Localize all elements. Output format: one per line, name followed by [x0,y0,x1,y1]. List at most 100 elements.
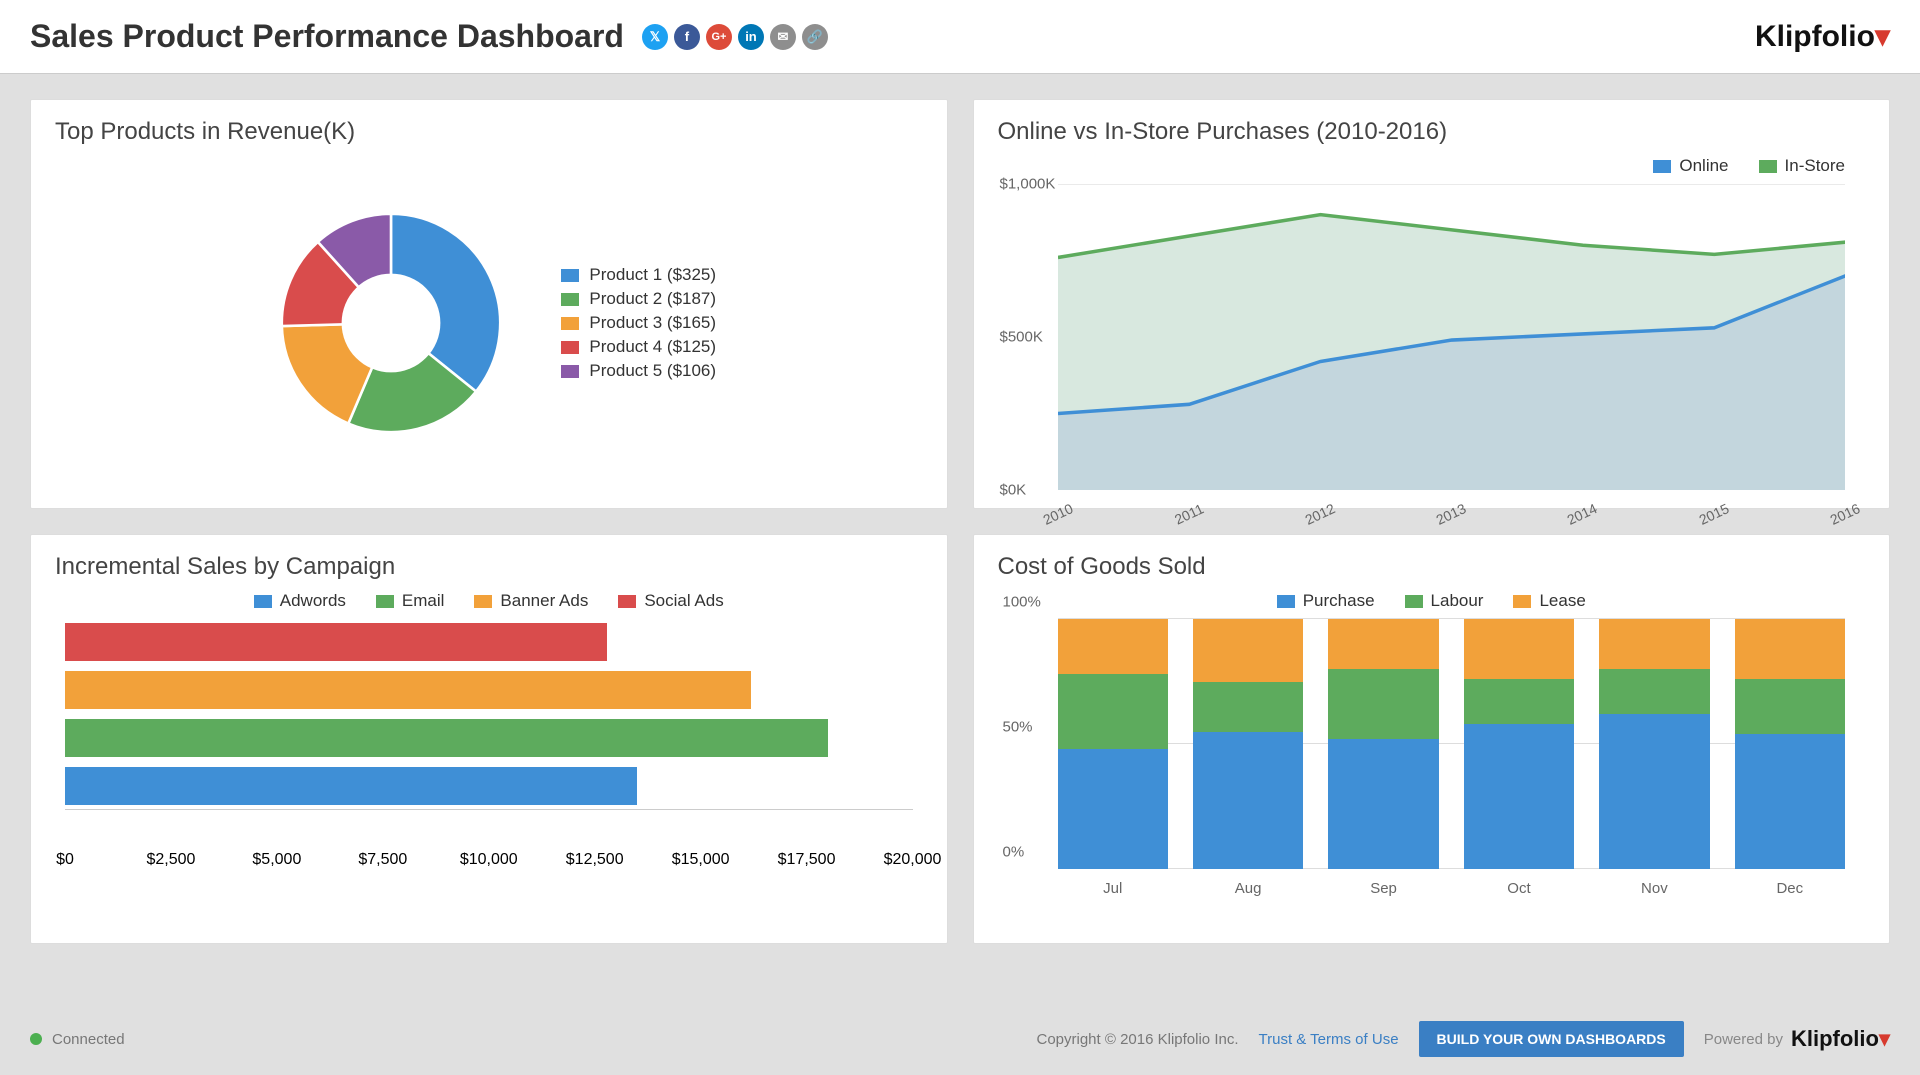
card-cogs: Cost of Goods Sold Purchase Labour Lease 0… [973,534,1891,944]
bar [65,623,607,661]
x-tick: $20,000 [884,851,942,869]
stack-segment [1599,714,1709,869]
share-icons: 𝕏 f G+ in ✉ 🔗 [642,24,828,50]
card-title: Top Products in Revenue(K) [55,118,923,146]
page-title: Sales Product Performance Dashboard [30,18,624,55]
legend-item: Social Ads [618,591,723,611]
x-tick: $5,000 [252,851,301,869]
stack-segment [1464,619,1574,679]
x-tick: $12,500 [566,851,624,869]
stack-segment [1058,619,1168,674]
donut-chart: Product 1 ($325) Product 2 ($187) Product … [55,156,923,490]
stack-segment [1735,679,1845,734]
stack-segment [1058,674,1168,749]
stack-segment [1735,734,1845,869]
stack-segment [1464,724,1574,869]
y-tick: 0% [1003,844,1025,861]
header-left: Sales Product Performance Dashboard 𝕏 f … [30,18,828,55]
stack-segment [1328,619,1438,669]
legend-item: Product 1 ($325) [561,265,716,285]
legend-item: Email [376,591,445,611]
stack-column: Jul [1058,619,1168,869]
legend-item: Product 2 ($187) [561,289,716,309]
email-icon[interactable]: ✉ [770,24,796,50]
twitter-icon[interactable]: 𝕏 [642,24,668,50]
area-legend: OnlineIn-Store [998,156,1846,176]
legend-item: Adwords [254,591,346,611]
card-top-products: Top Products in Revenue(K) Product 1 ($3… [30,99,948,509]
build-dashboards-button[interactable]: BUILD YOUR OWN DASHBOARDS [1419,1021,1684,1057]
hbar-chart: $0 $2,500 $5,000 $7,500 $10,000 $12,500 $15,00… [55,611,923,925]
legend-item: Labour [1405,591,1484,611]
x-tick: $7,500 [358,851,407,869]
legend-item: Product 3 ($165) [561,313,716,333]
stack-segment [1193,732,1303,870]
stack-segment [1599,669,1709,714]
header: Sales Product Performance Dashboard 𝕏 f … [0,0,1920,74]
bar [65,671,751,709]
stack-segment [1464,679,1574,724]
legend-item: Lease [1513,591,1585,611]
area-svg [1058,184,1846,490]
x-tick: 2013 [1434,500,1469,528]
stack-segment [1193,619,1303,682]
stack-column: Oct [1464,619,1574,869]
stack-segment [1058,749,1168,869]
footer: Connected Copyright © 2016 Klipfolio Inc… [0,1003,1920,1075]
x-tick: $2,500 [146,851,195,869]
x-tick: $0 [56,851,74,869]
x-tick: 2011 [1172,500,1206,527]
legend-item: Purchase [1277,591,1375,611]
footer-left: Connected [30,1031,125,1048]
x-tick: 2016 [1828,500,1863,528]
y-tick: $0K [1000,482,1027,499]
legend-item: Product 4 ($125) [561,337,716,357]
facebook-icon[interactable]: f [674,24,700,50]
google-plus-icon[interactable]: G+ [706,24,732,50]
link-icon[interactable]: 🔗 [802,24,828,50]
card-title: Online vs In-Store Purchases (2010-2016) [998,118,1866,146]
x-tick: Oct [1507,880,1530,897]
linkedin-icon[interactable]: in [738,24,764,50]
x-tick: 2015 [1696,500,1731,528]
y-tick: $1,000K [1000,176,1056,193]
x-tick: 2010 [1040,500,1075,528]
donut-svg [261,193,521,453]
card-title: Incremental Sales by Campaign [55,553,923,581]
card-online-instore: Online vs In-Store Purchases (2010-2016)… [973,99,1891,509]
stack-column: Dec [1735,619,1845,869]
y-tick: $500K [1000,329,1043,346]
x-tick: Jul [1103,880,1122,897]
powered-by: Powered by Klipfolio▾ [1704,1026,1890,1052]
brand-logo: Klipfolio▾ [1755,19,1890,54]
legend-item: Product 5 ($106) [561,361,716,381]
stack-segment [1328,669,1438,739]
copyright-text: Copyright © 2016 Klipfolio Inc. [1037,1031,1239,1048]
terms-link[interactable]: Trust & Terms of Use [1259,1031,1399,1048]
x-tick: $15,000 [672,851,730,869]
y-tick: 100% [1003,594,1041,611]
card-title: Cost of Goods Sold [998,553,1866,581]
stack-column: Nov [1599,619,1709,869]
area-chart: $0K$500K$1,000K2010201120122013201420152… [1058,184,1846,490]
dashboard-grid: Top Products in Revenue(K) Product 1 ($3… [0,74,1920,944]
stack-segment [1328,739,1438,869]
donut-legend: Product 1 ($325) Product 2 ($187) Product … [561,261,716,385]
x-tick: 2012 [1302,500,1337,528]
bar [65,719,828,757]
stack-chart: 0%50%100%JulAugSepOctNovDec [998,611,1866,925]
x-tick: Aug [1235,880,1262,897]
stack-column: Aug [1193,619,1303,869]
x-tick: $10,000 [460,851,518,869]
x-tick: Nov [1641,880,1668,897]
footer-right: Copyright © 2016 Klipfolio Inc. Trust & … [1037,1021,1891,1057]
bar [65,767,637,805]
x-tick: Dec [1776,880,1803,897]
legend-item: Banner Ads [474,591,588,611]
y-tick: 50% [1003,719,1033,736]
status-text: Connected [52,1031,125,1048]
stack-segment [1193,682,1303,732]
x-tick: Sep [1370,880,1397,897]
stack-column: Sep [1328,619,1438,869]
x-tick: $17,500 [778,851,836,869]
